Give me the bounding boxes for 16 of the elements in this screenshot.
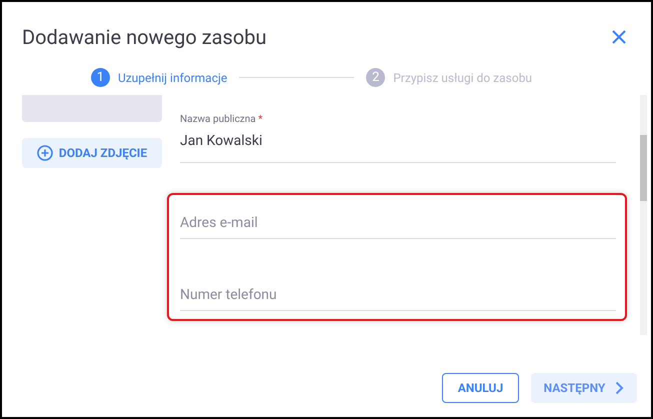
field-label: Nazwa publiczna * [180,113,264,127]
add-photo-button[interactable]: DODAJ ZDJĘCIE [22,138,162,168]
plus-icon [36,145,53,161]
step-label[interactable]: Uzupełnij informacje [118,68,228,86]
cancel-button[interactable]: ANULUJ [442,373,519,403]
next-button[interactable]: NASTĘPNY [531,373,637,403]
input-field[interactable]: Numer telefonu [180,267,616,311]
step-label[interactable]: Przypisz usługi do zasobu [393,68,532,86]
chevron-right-icon [615,381,624,395]
scrollbar[interactable] [640,95,647,335]
input-field[interactable]: Adres e-mail [180,195,616,239]
input-field[interactable]: Jan Kowalski [180,127,616,163]
step-number[interactable]: 1 [90,68,110,87]
close-icon[interactable] [611,29,627,45]
step-number[interactable]: 2 [366,68,386,87]
dialog-title: Dodawanie nowego zasobu [22,24,267,51]
